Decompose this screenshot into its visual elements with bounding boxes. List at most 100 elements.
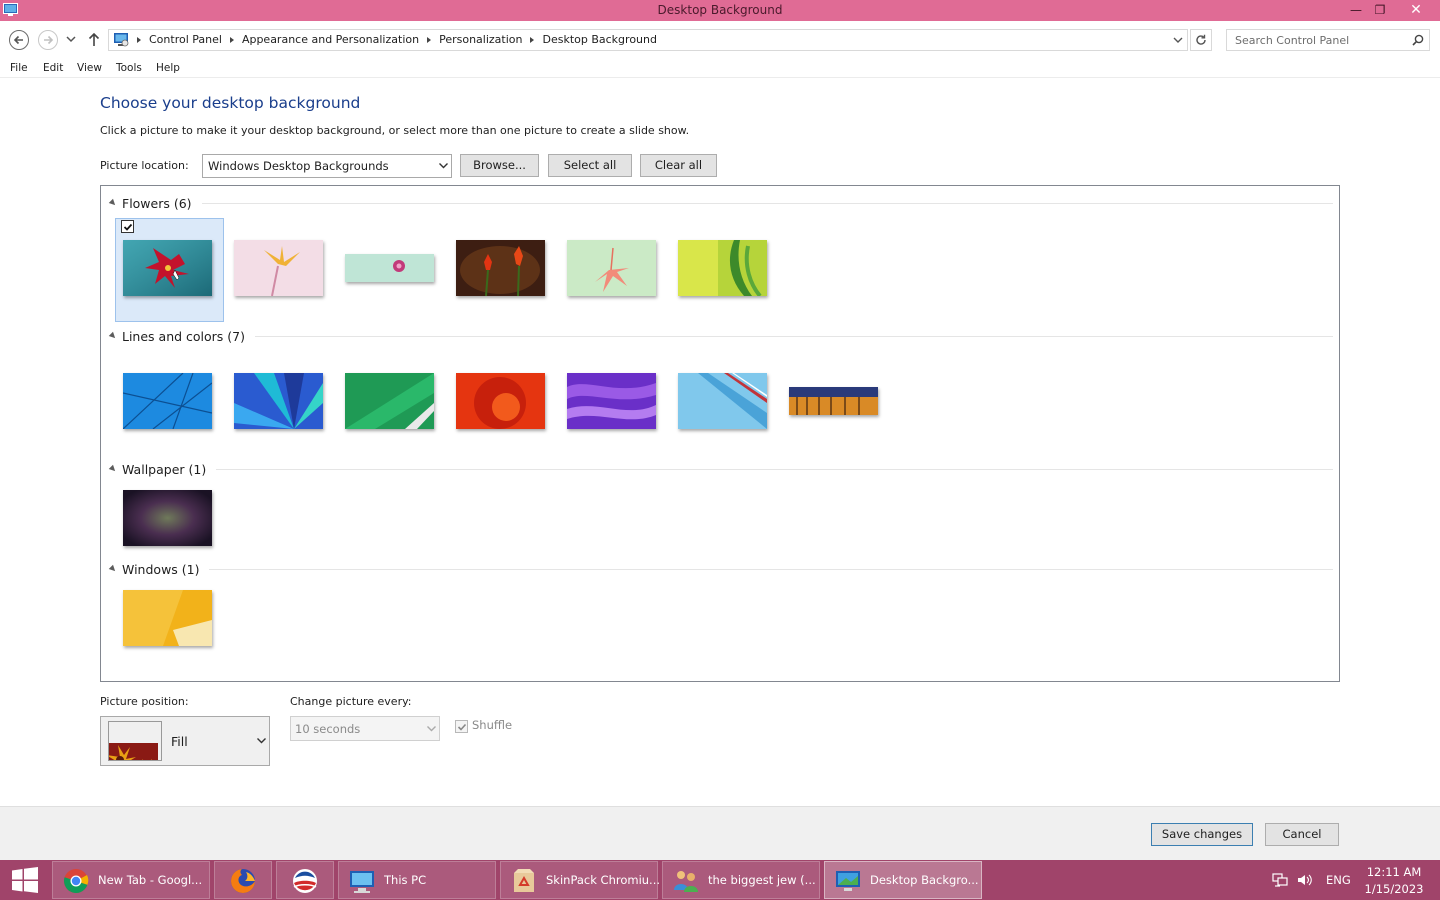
taskbar-item-this-pc[interactable]: This PC xyxy=(338,861,496,899)
group-title: Windows (1) xyxy=(122,561,200,577)
address-bar[interactable]: Control Panel Appearance and Personaliza… xyxy=(108,29,1188,51)
thumbnail-lines-3[interactable] xyxy=(345,373,434,429)
taskbar-item-firefox[interactable] xyxy=(214,861,272,899)
group-divider xyxy=(201,202,1333,204)
start-button[interactable] xyxy=(0,860,48,900)
chevron-down-icon xyxy=(257,738,266,744)
recycle-package-icon xyxy=(514,869,534,892)
change-picture-interval-select[interactable]: 10 seconds xyxy=(290,716,440,741)
thumbnail-checkbox[interactable] xyxy=(121,220,134,233)
thumbnail-image xyxy=(123,240,212,296)
group-header-windows[interactable]: Windows (1) xyxy=(108,560,1333,578)
refresh-button[interactable] xyxy=(1190,29,1212,51)
breadcrumb-control-panel[interactable]: Control Panel xyxy=(149,33,222,46)
breadcrumb-separator-icon[interactable] xyxy=(229,36,234,43)
select-all-button[interactable]: Select all xyxy=(548,154,632,177)
back-button[interactable] xyxy=(9,30,29,50)
taskbar-item-people[interactable]: the biggest jew (... xyxy=(662,861,820,899)
group-divider xyxy=(216,468,1333,470)
breadcrumb-separator-icon[interactable] xyxy=(530,36,535,43)
browse-button[interactable]: Browse... xyxy=(460,154,539,177)
page-title: Choose your desktop background xyxy=(100,94,361,112)
taskbar-item-campaign[interactable] xyxy=(276,861,334,899)
picture-location-select[interactable]: Windows Desktop Backgrounds xyxy=(202,154,452,178)
shuffle-checkbox-box[interactable] xyxy=(455,720,468,733)
group-title: Lines and colors (7) xyxy=(122,328,245,344)
group-header-wallpaper[interactable]: Wallpaper (1) xyxy=(108,460,1333,478)
thumbnail-flowers-1[interactable] xyxy=(115,218,224,322)
picture-location-value: Windows Desktop Backgrounds xyxy=(208,159,389,173)
search-box[interactable] xyxy=(1226,29,1430,51)
taskbar-item-label: the biggest jew (... xyxy=(708,873,816,887)
group-title: Flowers (6) xyxy=(122,195,192,211)
picture-position-select[interactable]: Fill xyxy=(100,716,270,766)
shuffle-label: Shuffle xyxy=(472,718,513,732)
thumbnail-lines-2[interactable] xyxy=(234,373,323,429)
taskbar-item-skinpack[interactable]: SkinPack Chromiu... xyxy=(500,861,660,899)
checkmark-icon xyxy=(123,223,133,231)
search-input[interactable] xyxy=(1227,30,1407,50)
taskbar-item-chrome[interactable]: New Tab - Googl... xyxy=(52,861,210,899)
collapse-triangle-icon[interactable] xyxy=(108,564,118,574)
thumbnail-lines-7[interactable] xyxy=(789,387,878,415)
taskbar: New Tab - Googl... This PC SkinPack Chro… xyxy=(0,860,1440,900)
taskbar-item-label: This PC xyxy=(384,873,427,887)
menu-tools[interactable]: Tools xyxy=(116,62,142,74)
navigation-bar: Control Panel Appearance and Personaliza… xyxy=(0,21,1440,59)
network-icon[interactable] xyxy=(1272,873,1288,887)
recent-locations-chevron-icon[interactable] xyxy=(66,35,76,43)
picture-location-label: Picture location: xyxy=(100,159,189,172)
menu-view[interactable]: View xyxy=(77,62,102,74)
cancel-button[interactable]: Cancel xyxy=(1265,823,1339,846)
breadcrumb-appearance[interactable]: Appearance and Personalization xyxy=(242,33,419,46)
restore-button[interactable]: ❐ xyxy=(1365,0,1395,21)
thumbnail-flowers-2[interactable] xyxy=(234,240,323,296)
thumbnail-lines-6[interactable] xyxy=(678,373,767,429)
thumbnail-lines-5[interactable] xyxy=(567,373,656,429)
taskbar-clock[interactable]: 12:11 AM 1/15/2023 xyxy=(1360,864,1428,898)
chevron-down-icon xyxy=(439,163,448,169)
taskbar-item-desktop-background[interactable]: Desktop Backgro... xyxy=(824,861,982,899)
thumbnail-lines-1[interactable] xyxy=(123,373,212,429)
people-icon xyxy=(674,871,698,892)
menu-edit[interactable]: Edit xyxy=(43,62,63,74)
thumbnail-windows-1[interactable] xyxy=(123,590,212,646)
collapse-triangle-icon[interactable] xyxy=(108,198,118,208)
picture-position-label: Picture position: xyxy=(100,695,189,708)
breadcrumb-personalization[interactable]: Personalization xyxy=(439,33,522,46)
clear-all-button[interactable]: Clear all xyxy=(640,154,717,177)
address-dropdown-chevron-icon[interactable] xyxy=(1173,33,1183,47)
firefox-icon xyxy=(231,869,255,893)
thumbnail-lines-4[interactable] xyxy=(456,373,545,429)
thumbnail-flowers-4[interactable] xyxy=(456,240,545,296)
page-description: Click a picture to make it your desktop … xyxy=(100,124,690,137)
picture-position-preview xyxy=(108,721,162,761)
checkmark-icon xyxy=(457,723,467,731)
collapse-triangle-icon[interactable] xyxy=(108,464,118,474)
change-picture-interval-value: 10 seconds xyxy=(295,722,361,736)
save-changes-button[interactable]: Save changes xyxy=(1151,823,1253,846)
thumbnail-flowers-6[interactable] xyxy=(678,240,767,296)
close-button[interactable]: ✕ xyxy=(1399,0,1433,21)
change-picture-label: Change picture every: xyxy=(290,695,412,708)
breadcrumb-separator-icon[interactable] xyxy=(427,36,432,43)
thumbnail-wallpaper-1[interactable] xyxy=(123,490,212,546)
back-arrow-icon xyxy=(13,35,23,45)
group-header-lines-and-colors[interactable]: Lines and colors (7) xyxy=(108,327,1333,345)
search-icon[interactable] xyxy=(1412,34,1424,46)
breadcrumb-desktop-background[interactable]: Desktop Background xyxy=(542,33,657,46)
volume-icon[interactable] xyxy=(1297,873,1313,887)
refresh-icon xyxy=(1196,34,1206,45)
menu-help[interactable]: Help xyxy=(156,62,180,74)
thumbnail-flowers-5[interactable] xyxy=(567,240,656,296)
forward-button[interactable] xyxy=(38,30,58,50)
input-language-indicator[interactable]: ENG xyxy=(1326,873,1351,887)
collapse-triangle-icon[interactable] xyxy=(108,331,118,341)
group-divider xyxy=(209,568,1333,570)
thumbnail-flowers-3[interactable] xyxy=(345,254,434,282)
up-arrow-icon[interactable] xyxy=(87,31,101,47)
menu-file[interactable]: File xyxy=(10,62,28,74)
background-gallery[interactable]: Flowers (6) Lines and colors (7) Wallpap… xyxy=(100,185,1340,682)
group-header-flowers[interactable]: Flowers (6) xyxy=(108,194,1333,212)
picture-position-value: Fill xyxy=(171,734,188,749)
